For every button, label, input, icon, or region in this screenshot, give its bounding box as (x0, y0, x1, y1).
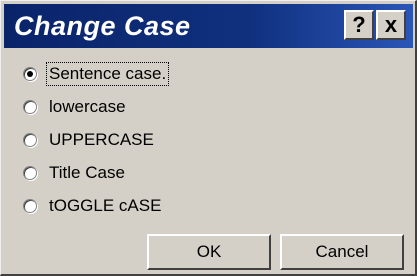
cancel-button-label: Cancel (315, 242, 369, 261)
question-mark-icon: ? (352, 12, 366, 37)
close-button[interactable]: x (376, 10, 406, 40)
radio-toggle-case[interactable] (23, 199, 37, 213)
option-label-uppercase[interactable]: UPPERCASE (47, 129, 156, 151)
option-uppercase[interactable]: UPPERCASE (23, 129, 156, 151)
radio-lowercase[interactable] (23, 100, 37, 114)
close-icon: x (384, 12, 398, 37)
option-label-toggle-case[interactable]: tOGGLE cASE (47, 195, 163, 217)
option-label-sentence-case[interactable]: Sentence case. (45, 62, 170, 86)
title-bar[interactable]: Change Case ? x (4, 4, 413, 48)
option-toggle-case[interactable]: tOGGLE cASE (23, 195, 163, 217)
help-button[interactable]: ? (344, 10, 374, 40)
radio-uppercase[interactable] (23, 133, 37, 147)
option-sentence-case[interactable]: Sentence case. (23, 62, 170, 86)
change-case-dialog: Change Case ? x Sentence case. lowercase… (0, 0, 417, 276)
cancel-button[interactable]: Cancel (280, 234, 404, 270)
ok-button-label: OK (196, 242, 222, 261)
radio-title-case[interactable] (23, 166, 37, 180)
option-lowercase[interactable]: lowercase (23, 96, 128, 118)
option-label-lowercase[interactable]: lowercase (47, 96, 128, 118)
dialog-title: Change Case (14, 10, 191, 41)
radio-sentence-case[interactable] (23, 67, 37, 81)
option-label-title-case[interactable]: Title Case (47, 162, 127, 184)
ok-button[interactable]: OK (147, 234, 271, 270)
option-title-case[interactable]: Title Case (23, 162, 127, 184)
